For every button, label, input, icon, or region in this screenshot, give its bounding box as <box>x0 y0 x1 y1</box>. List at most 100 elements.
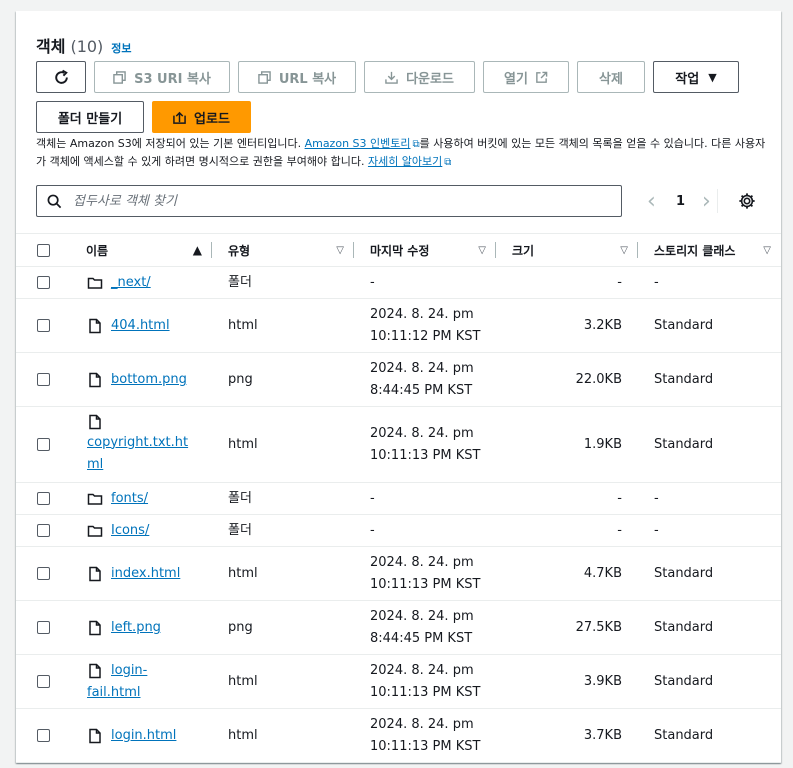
object-link[interactable]: login-fail.html <box>87 660 147 704</box>
copy-s3-uri-button[interactable]: S3 URI 복사 <box>94 61 230 93</box>
gear-icon[interactable] <box>738 192 756 210</box>
file-icon <box>89 620 101 635</box>
sort-icon[interactable]: ▽ <box>620 245 628 256</box>
refresh-icon <box>54 69 68 84</box>
row-checkbox[interactable] <box>37 729 50 742</box>
table-row[interactable]: fonts/ 폴더 - - - <box>16 482 781 515</box>
search-icon <box>37 194 71 209</box>
object-link[interactable]: _next/ <box>111 272 151 294</box>
copy-url-button[interactable]: URL 복사 <box>238 61 356 93</box>
modified-cell: 2024. 8. 24. pm 10:11:13 PM KST <box>354 708 496 763</box>
modified-cell: 2024. 8. 24. pm 10:11:12 PM KST <box>354 298 496 353</box>
sort-icon[interactable]: ▽ <box>478 245 486 256</box>
folder-icon <box>87 525 103 537</box>
refresh-button[interactable] <box>36 61 86 93</box>
size-cell: - <box>496 482 638 515</box>
row-checkbox[interactable] <box>37 438 50 451</box>
modified-cell: - <box>354 514 496 547</box>
table-row[interactable]: login-fail.html html 2024. 8. 24. pm 10:1… <box>16 654 781 709</box>
modified-cell: 2024. 8. 24. pm 10:11:13 PM KST <box>354 654 496 709</box>
modified-cell: - <box>354 266 496 299</box>
table-row[interactable]: index.html html 2024. 8. 24. pm 10:11:13 … <box>16 546 781 601</box>
modified-cell: 2024. 8. 24. pm 10:11:13 PM KST <box>354 546 496 601</box>
table-row[interactable]: _next/ 폴더 - - - <box>16 266 781 299</box>
object-link[interactable]: index.html <box>111 563 180 585</box>
object-name-line: copyright.txt.ht <box>87 434 189 450</box>
table-row[interactable]: copyright.txt.ht ml html 2024. 8. 24. pm 1… <box>16 406 781 483</box>
column-header-size[interactable]: 크기 ▽ <box>496 233 638 267</box>
search-input[interactable] <box>71 192 601 210</box>
column-header-type[interactable]: 유형 ▽ <box>212 233 354 267</box>
modified-line: 2024. 8. 24. pm <box>370 716 474 732</box>
delete-button[interactable]: 삭제 <box>577 61 645 93</box>
sort-icon[interactable]: ▽ <box>763 245 771 256</box>
download-button[interactable]: 다운로드 <box>364 61 475 93</box>
info-link[interactable]: 정보 <box>111 40 131 56</box>
external-link-icon <box>536 71 548 83</box>
select-all-checkbox[interactable] <box>37 243 50 257</box>
file-icon <box>89 728 101 743</box>
object-name-line: ml <box>87 456 104 472</box>
upload-icon <box>173 111 186 124</box>
row-checkbox[interactable] <box>37 524 50 537</box>
object-link[interactable]: left.png <box>111 617 161 639</box>
page-title: 객체 <box>36 37 66 56</box>
row-checkbox[interactable] <box>37 621 50 634</box>
sort-icon[interactable]: ▽ <box>336 245 344 256</box>
actions-label: 작업 <box>675 71 700 87</box>
learn-more-link[interactable]: 자세히 알아보기 <box>368 155 442 168</box>
row-checkbox[interactable] <box>37 567 50 580</box>
next-page-button[interactable]: › <box>702 189 711 214</box>
storage-class-cell: Standard <box>638 600 781 655</box>
current-page[interactable]: 1 <box>676 194 685 209</box>
name-cell: 404.html <box>70 315 212 337</box>
file-icon <box>89 414 101 429</box>
object-link[interactable]: login.html <box>111 725 176 747</box>
prev-page-button[interactable]: ‹ <box>647 189 656 214</box>
name-cell: login-fail.html <box>70 660 212 704</box>
pagination: ‹ <box>647 189 656 214</box>
object-link[interactable]: copyright.txt.ht ml <box>87 432 212 476</box>
size-cell: - <box>496 266 638 299</box>
type-cell: html <box>212 298 354 353</box>
inventory-link[interactable]: Amazon S3 인벤토리 <box>305 137 411 150</box>
type-cell: html <box>212 406 354 483</box>
row-checkbox[interactable] <box>37 492 50 505</box>
open-label: 열기 <box>504 71 528 87</box>
size-cell: 22.0KB <box>496 352 638 407</box>
column-header-name[interactable]: 이름 ▲ <box>70 233 212 267</box>
table-row[interactable]: Icons/ 폴더 - - - <box>16 514 781 547</box>
name-cell: Icons/ <box>70 520 212 542</box>
table-row[interactable]: bottom.png png 2024. 8. 24. pm 8:44:45 PM… <box>16 352 781 407</box>
size-cell: - <box>496 514 638 547</box>
table-row[interactable]: left.png png 2024. 8. 24. pm 8:44:45 PM K… <box>16 600 781 655</box>
row-checkbox[interactable] <box>37 319 50 332</box>
row-checkbox[interactable] <box>37 675 50 688</box>
sort-ascending-icon[interactable]: ▲ <box>193 243 202 257</box>
upload-button[interactable]: 업로드 <box>152 101 251 133</box>
storage-class-cell: Standard <box>638 406 781 483</box>
objects-panel: 객체 (10) 정보 S3 URI 복사 URL 복사 다운로드 열기 삭제 작… <box>16 11 781 763</box>
type-cell: 폴더 <box>212 482 354 515</box>
row-checkbox[interactable] <box>37 276 50 289</box>
copy-url-label: URL 복사 <box>278 71 337 87</box>
column-header-last-modified[interactable]: 마지막 수정 ▽ <box>354 233 496 267</box>
storage-class-cell: - <box>638 266 781 299</box>
page-number-wrap: 1 <box>676 189 685 213</box>
size-cell: 1.9KB <box>496 406 638 483</box>
object-link[interactable]: 404.html <box>111 315 170 337</box>
actions-dropdown[interactable]: 작업 ▼ <box>653 61 739 93</box>
modified-cell: 2024. 8. 24. pm 8:44:45 PM KST <box>354 352 496 407</box>
open-button[interactable]: 열기 <box>483 61 569 93</box>
delete-label: 삭제 <box>599 71 623 87</box>
create-folder-button[interactable]: 폴더 만들기 <box>36 101 144 133</box>
column-label-size: 크기 <box>512 243 535 258</box>
table-row[interactable]: login.html html 2024. 8. 24. pm 10:11:13 … <box>16 708 781 763</box>
table-row[interactable]: 404.html html 2024. 8. 24. pm 10:11:12 PM… <box>16 298 781 353</box>
objects-description: 객체는 Amazon S3에 저장되어 있는 기본 엔터티입니다. Amazon… <box>36 135 766 171</box>
object-link[interactable]: fonts/ <box>111 488 148 510</box>
object-link[interactable]: Icons/ <box>111 520 149 542</box>
column-header-storage-class[interactable]: 스토리지 클래스 ▽ <box>638 233 781 267</box>
object-link[interactable]: bottom.png <box>111 369 187 391</box>
row-checkbox[interactable] <box>37 373 50 386</box>
